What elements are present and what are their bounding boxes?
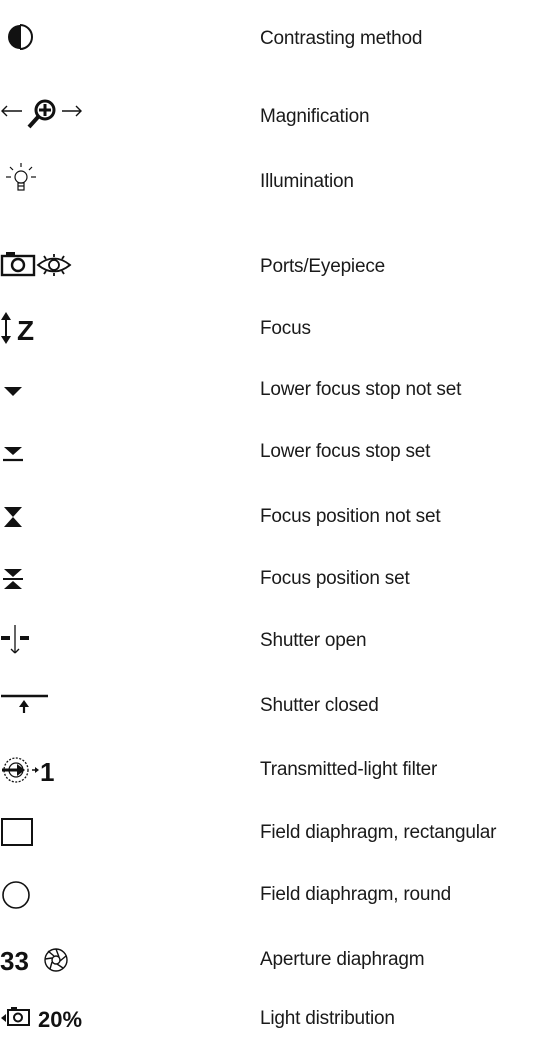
aperture-icon: 33 [0, 940, 130, 980]
legend-label: Transmitted-light filter [260, 759, 438, 780]
legend-row-shutter-open: Shutter open [0, 621, 555, 661]
legend-label: Field diaphragm, rectangular [260, 822, 497, 843]
svg-text:Z: Z [17, 315, 34, 346]
legend-row-lower-focus-stop-not-set: Lower focus stop not set [0, 370, 555, 410]
legend-row-focus: Z Focus [0, 309, 555, 349]
magnification-icon [0, 97, 130, 137]
circle-icon [0, 875, 130, 915]
legend-label: Light distribution [260, 1008, 395, 1029]
legend-row-contrasting-method: Contrasting method [0, 19, 555, 59]
legend-label: Focus position set [260, 568, 410, 589]
legend-label: Magnification [260, 106, 370, 127]
legend-row-ports-eyepiece: Ports/Eyepiece [0, 247, 555, 287]
legend-label: Aperture diaphragm [260, 949, 425, 970]
legend-row-lower-focus-stop-set: Lower focus stop set [0, 432, 555, 472]
svg-text:1: 1 [40, 757, 54, 787]
legend-row-field-diaphragm-rectangular: Field diaphragm, rectangular [0, 813, 555, 853]
focus-z-icon: Z [0, 309, 130, 349]
legend-label: Shutter closed [260, 695, 379, 716]
legend-row-field-diaphragm-round: Field diaphragm, round [0, 875, 555, 915]
shutter-open-icon [0, 621, 130, 661]
legend-row-transmitted-light-filter: 1 Transmitted-light filter [0, 750, 555, 790]
svg-text:33: 33 [0, 946, 29, 976]
filter-wheel-icon: 1 [0, 750, 130, 790]
legend-label: Lower focus stop not set [260, 379, 462, 400]
triangle-down-bar-icon [0, 432, 130, 472]
svg-text:20%: 20% [38, 1007, 82, 1032]
shutter-closed-icon [0, 686, 130, 726]
hourglass-bar-icon [0, 559, 130, 599]
rectangle-icon [0, 813, 130, 853]
legend-label: Lower focus stop set [260, 441, 431, 462]
legend-label: Ports/Eyepiece [260, 256, 385, 277]
legend-row-focus-position-set: Focus position set [0, 559, 555, 599]
hourglass-icon [0, 497, 130, 537]
legend-row-magnification: Magnification [0, 97, 555, 137]
legend-row-illumination: Illumination [0, 162, 555, 202]
camera-eye-icon [0, 247, 130, 287]
triangle-down-icon [0, 370, 130, 410]
legend-row-aperture-diaphragm: 33 Aperture diaphragm [0, 940, 555, 980]
contrasting-method-icon [0, 19, 130, 59]
legend-label: Contrasting method [260, 28, 423, 49]
legend-row-light-distribution: 20% Light distribution [0, 999, 555, 1039]
legend-row-focus-position-not-set: Focus position not set [0, 497, 555, 537]
legend-label: Illumination [260, 171, 354, 192]
legend-label: Focus position not set [260, 506, 441, 527]
camera-percent-icon: 20% [0, 999, 130, 1039]
legend-label: Field diaphragm, round [260, 884, 451, 905]
legend-label: Focus [260, 318, 311, 339]
illumination-bulb-icon [0, 162, 130, 202]
legend-label: Shutter open [260, 630, 367, 651]
legend-row-shutter-closed: Shutter closed [0, 686, 555, 726]
